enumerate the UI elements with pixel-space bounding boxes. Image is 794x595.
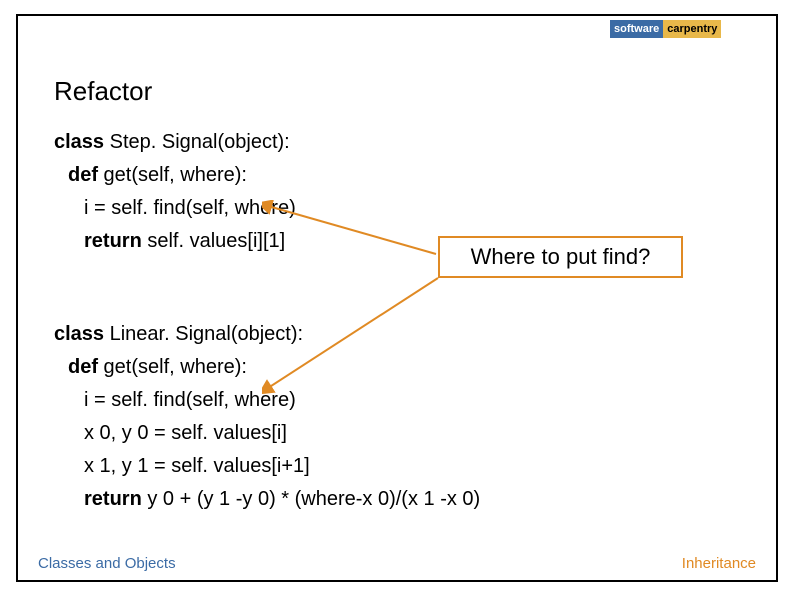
- code-text: get(self, where):: [98, 356, 247, 378]
- code-line: class Step. Signal(object):: [54, 126, 296, 159]
- code-block-step-signal: class Step. Signal(object): def get(self…: [54, 126, 296, 258]
- code-line: i = self. find(self, where): [54, 384, 480, 417]
- keyword-return: return: [84, 230, 142, 252]
- code-line: def get(self, where):: [54, 159, 296, 192]
- logo-right-text: carpentry: [663, 20, 721, 38]
- code-line: return self. values[i][1]: [54, 225, 296, 258]
- code-block-linear-signal: class Linear. Signal(object): def get(se…: [54, 318, 480, 516]
- callout-text: Where to put find?: [471, 244, 651, 270]
- keyword-class: class: [54, 323, 104, 345]
- keyword-return: return: [84, 488, 142, 510]
- code-text: Step. Signal(object):: [104, 131, 290, 153]
- footer-right-text: Inheritance: [682, 555, 756, 572]
- code-line: class Linear. Signal(object):: [54, 318, 480, 351]
- slide-title: Refactor: [54, 76, 152, 107]
- code-line: x 1, y 1 = self. values[i+1]: [54, 450, 480, 483]
- logo-row: software carpentry: [610, 20, 770, 38]
- callout-box: Where to put find?: [438, 236, 683, 278]
- code-text: y 0 + (y 1 -y 0) * (where-x 0)/(x 1 -x 0…: [142, 488, 480, 510]
- code-line: i = self. find(self, where): [54, 192, 296, 225]
- code-text: Linear. Signal(object):: [104, 323, 303, 345]
- code-line: def get(self, where):: [54, 351, 480, 384]
- logo: software carpentry: [610, 20, 770, 50]
- keyword-def: def: [68, 164, 98, 186]
- code-line: return y 0 + (y 1 -y 0) * (where-x 0)/(x…: [54, 483, 480, 516]
- code-line: x 0, y 0 = self. values[i]: [54, 417, 480, 450]
- code-text: get(self, where):: [98, 164, 247, 186]
- logo-left-text: software: [610, 20, 663, 38]
- footer-left-text: Classes and Objects: [38, 555, 176, 572]
- footer: Classes and Objects Inheritance: [38, 555, 756, 572]
- code-text: self. values[i][1]: [142, 230, 285, 252]
- keyword-def: def: [68, 356, 98, 378]
- slide-frame: software carpentry Refactor class Step. …: [16, 14, 778, 582]
- keyword-class: class: [54, 131, 104, 153]
